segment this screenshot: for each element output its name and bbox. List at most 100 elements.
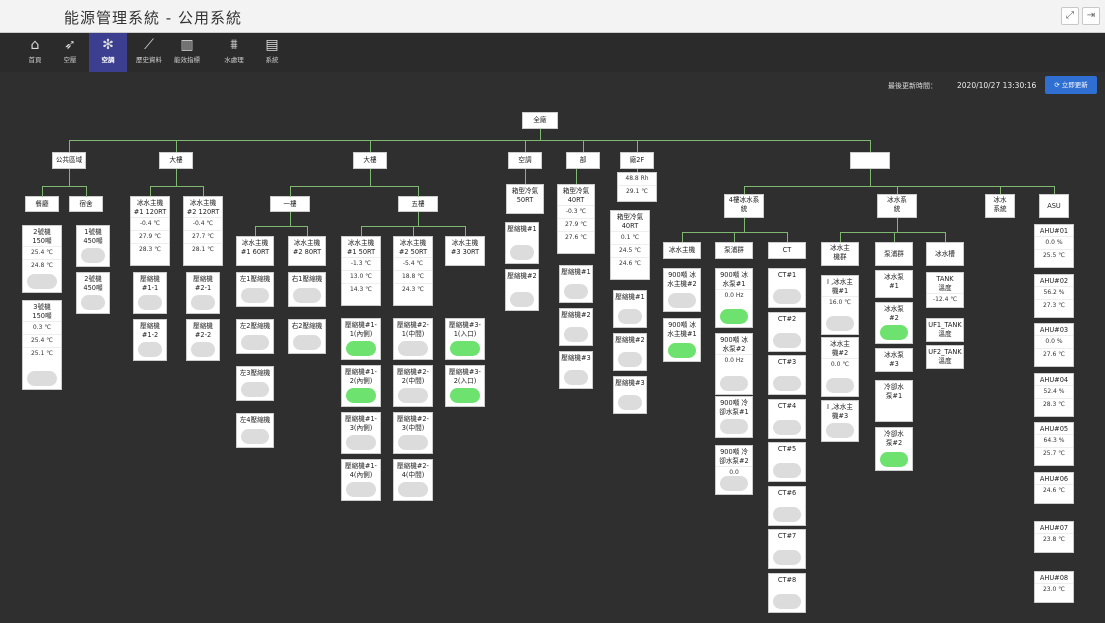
compressor-unit[interactable]: 左2壓縮機	[236, 319, 274, 354]
group-cw-2[interactable]: 冰水槽	[926, 242, 964, 266]
chiller-unit[interactable]: 900噸 冰水主機#2	[663, 268, 701, 312]
chiller-unit[interactable]: 冰水主機 #1 120RT -0.4 ℃ 27.9 ℃ 28.3 ℃	[130, 196, 170, 266]
pump-unit[interactable]: 900噸 冷卻水泵#1	[715, 396, 753, 438]
pump-unit[interactable]: 900噸 冰水泵#2 0.0 Hz	[715, 333, 753, 395]
group-3[interactable]: 空調	[508, 152, 542, 169]
group-2[interactable]: 大樓	[353, 152, 387, 169]
canteen-unit[interactable]: 2號機 150噸 25.4 ℃ 24.8 ℃	[22, 225, 62, 293]
chiller-unit[interactable]: I ,冰水主 機#3	[821, 400, 859, 442]
ahu-unit[interactable]: AHU#06 24.6 ℃	[1034, 471, 1074, 504]
group-system-2[interactable]: 冰水 系統	[985, 194, 1015, 218]
ahu-unit[interactable]: AHU#07 23.8 ℃	[1034, 521, 1074, 553]
dorm-unit[interactable]: 1號機 450噸	[76, 225, 110, 267]
cooling-tower[interactable]: CT#5	[768, 442, 806, 482]
pump-unit[interactable]: 900噸 冰水泵#1 0.0 Hz	[715, 268, 753, 328]
ac-unit[interactable]: 箱型冷氣 50RT	[506, 184, 544, 214]
compressor-unit[interactable]: 壓縮機#2- 3(中間)	[393, 412, 433, 454]
canteen-unit[interactable]: 3號機 150噸 0.3 ℃ 25.4 ℃ 25.1 ℃	[22, 300, 62, 390]
pump-unit[interactable]: 冰水泵 #2	[875, 302, 913, 344]
compressor-unit[interactable]: 壓縮機#2- 1(中間)	[393, 318, 433, 360]
ahu-unit[interactable]: AHU#02 56.2 % 27.3 ℃	[1034, 273, 1074, 318]
group-system-0[interactable]: 4樓冰水系統	[724, 194, 764, 218]
chiller-unit[interactable]: 冰水主機 #3 30RT	[445, 236, 485, 266]
compressor-unit[interactable]: 壓縮機#1- 1(內側)	[341, 318, 381, 360]
pump-unit[interactable]: 冷卻水 泵#2	[875, 427, 913, 471]
pump-unit[interactable]: 冷卻水 泵#1	[875, 380, 913, 422]
tank-sensor[interactable]: TANK 溫度 -12.4 ℃	[926, 272, 964, 308]
group-cw-1[interactable]: 泵浦群	[875, 242, 913, 266]
cooling-tower[interactable]: CT#8	[768, 572, 806, 613]
compressor-unit[interactable]: 壓縮機#3	[559, 351, 593, 389]
group-floor5[interactable]: 五樓	[398, 196, 438, 212]
tree-root[interactable]: 全廠	[522, 112, 558, 129]
ac-unit[interactable]: 箱型冷氣 40RT -0.3 ℃ 27.9 ℃ 27.6 ℃	[557, 184, 595, 254]
card-title: 900噸 冰水主機#2	[667, 271, 697, 288]
chiller-unit[interactable]: I ,冰水主 機#1 16.0 ℃	[821, 275, 859, 335]
compressor-unit[interactable]: 壓縮機#3	[613, 376, 647, 414]
cooling-tower[interactable]: CT#2	[768, 311, 806, 352]
group-1[interactable]: 大樓	[159, 152, 193, 169]
chiller-unit[interactable]: 冰水主機 #1 60RT	[236, 236, 274, 266]
chiller-unit[interactable]: 冰水主機 #1 50RT -1.3 ℃ 13.0 ℃ 14.3 ℃	[341, 236, 381, 306]
chiller-unit[interactable]: 冰水主 機#2 0.0 ℃	[821, 337, 859, 397]
group-floor1[interactable]: 一樓	[270, 196, 310, 212]
pump-unit[interactable]: 冰水泵 #3	[875, 348, 913, 372]
compressor-unit[interactable]: 壓縮機#2	[505, 269, 539, 311]
compressor-unit[interactable]: 壓縮機#2- 4(中間)	[393, 459, 433, 501]
ahu-unit[interactable]: AHU#04 52.4 % 28.3 ℃	[1034, 372, 1074, 417]
cooling-tower[interactable]: CT#6	[768, 485, 806, 526]
compressor-unit[interactable]: 壓縮機#1- 4(內側)	[341, 459, 381, 501]
chiller-unit[interactable]: 冰水主機 #2 80RT	[288, 236, 326, 266]
compressor-unit[interactable]: 壓縮機 #2-1	[186, 272, 220, 314]
compressor-unit[interactable]: 壓縮機 #1-1	[133, 272, 167, 314]
group-f4-1[interactable]: 泵浦群	[715, 242, 753, 259]
dorm-unit[interactable]: 2號機 450噸	[76, 272, 110, 314]
group-f4-2[interactable]: CT	[768, 242, 806, 259]
compressor-unit[interactable]: 壓縮機#1	[505, 222, 539, 264]
cooling-tower[interactable]: CT#3	[768, 355, 806, 395]
compressor-unit[interactable]: 壓縮機#1- 3(內側)	[341, 412, 381, 454]
chiller-unit[interactable]: 冰水主機 #2 120RT -0.4 ℃ 27.7 ℃ 28.1 ℃	[183, 196, 223, 266]
group-canteen[interactable]: 餐廳	[25, 196, 59, 212]
compressor-unit[interactable]: 左3壓縮機	[236, 366, 274, 401]
cooling-tower[interactable]: CT#7	[768, 529, 806, 569]
group-cw-0[interactable]: 冰水主 機群	[821, 242, 859, 266]
group-system-3[interactable]: ASU	[1039, 194, 1069, 218]
group-f4-0[interactable]: 冰水主機	[663, 242, 701, 259]
compressor-unit[interactable]: 右2壓縮機	[288, 319, 326, 354]
compressor-unit[interactable]: 壓縮機#1	[559, 265, 593, 303]
ahu-unit[interactable]: AHU#05 64.3 % 25.7 ℃	[1034, 422, 1074, 466]
compressor-unit[interactable]: 壓縮機#2	[559, 308, 593, 346]
tank-sensor[interactable]: UF1_TANK 溫度	[926, 318, 964, 342]
ac-unit[interactable]: 箱型冷氣 40RT 0.1 ℃ 24.5 ℃ 24.6 ℃	[610, 210, 650, 280]
cooling-tower[interactable]: CT#4	[768, 398, 806, 439]
chiller-unit[interactable]: 900噸 冰水主機#1	[663, 318, 701, 362]
group-dorm[interactable]: 宿舍	[69, 196, 103, 212]
compressor-unit[interactable]: 壓縮機 #2-2	[186, 319, 220, 361]
group-5[interactable]: 廠2F	[620, 152, 654, 169]
ahu-unit[interactable]: AHU#03 0.0 % 27.6 ℃	[1034, 323, 1074, 367]
compressor-unit[interactable]: 壓縮機#3- 2(入口)	[445, 365, 485, 407]
group-system-1[interactable]: 冰水系統	[877, 194, 917, 218]
tank-sensor[interactable]: UF2_TANK 溫度	[926, 345, 964, 369]
compressor-unit[interactable]: 壓縮機#3- 1(入口)	[445, 318, 485, 360]
compressor-unit[interactable]: 左4壓縮機	[236, 413, 274, 448]
compressor-unit[interactable]: 壓縮機#2	[613, 333, 647, 371]
ahu-unit[interactable]: AHU#01 0.0 % 25.5 ℃	[1034, 224, 1074, 268]
f2-sensor[interactable]: 48.8 Rh 29.1 ℃	[617, 172, 657, 202]
card-title: 壓縮機#3	[615, 379, 645, 387]
compressor-unit[interactable]: 壓縮機#1- 2(內側)	[341, 365, 381, 407]
cooling-tower[interactable]: CT#1	[768, 268, 806, 308]
chiller-unit[interactable]: 冰水主機 #2 50RT -5.4 ℃ 18.8 ℃ 24.3 ℃	[393, 236, 433, 306]
pump-unit[interactable]: 900噸 冷卻水泵#2 0.0	[715, 445, 753, 495]
compressor-unit[interactable]: 壓縮機#2- 2(中間)	[393, 365, 433, 407]
group-6[interactable]	[850, 152, 890, 169]
compressor-unit[interactable]: 壓縮機 #1-2	[133, 319, 167, 361]
ahu-unit[interactable]: AHU#08 23.0 ℃	[1034, 570, 1074, 603]
compressor-unit[interactable]: 壓縮機#1	[613, 290, 647, 328]
group-0[interactable]: 公共區域	[52, 152, 86, 169]
pump-unit[interactable]: 冰水泵 #1	[875, 270, 913, 298]
compressor-unit[interactable]: 右1壓縮機	[288, 272, 326, 307]
compressor-unit[interactable]: 左1壓縮機	[236, 272, 274, 307]
group-4[interactable]: 部	[566, 152, 600, 169]
